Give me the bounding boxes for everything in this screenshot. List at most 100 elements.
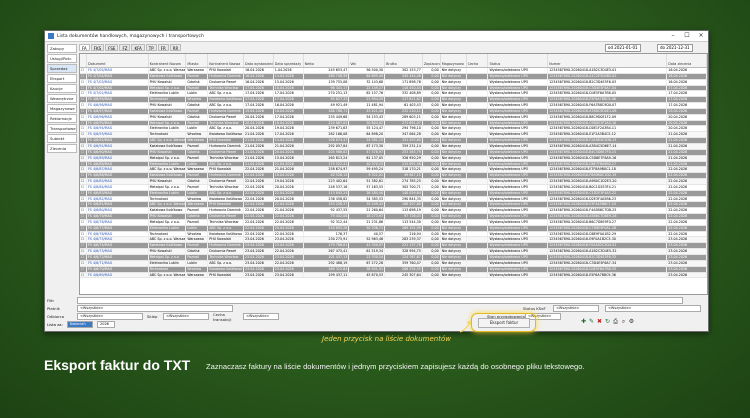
tab-fz[interactable]: FZ xyxy=(119,44,131,51)
column-header[interactable]: Data sprzedaży xyxy=(274,54,304,67)
row-checkbox[interactable]: ☐ xyxy=(80,132,87,138)
edit-icon[interactable]: ✎ xyxy=(588,318,595,325)
sidebar-item[interactable]: Magazynowe xyxy=(47,104,77,113)
add-icon[interactable]: ✚ xyxy=(580,318,587,325)
print-icon[interactable]: ⎙ xyxy=(612,318,619,325)
row-checkbox[interactable]: ☐ xyxy=(80,231,87,237)
column-header[interactable]: Magazynowo xyxy=(441,54,467,67)
tab-tp[interactable]: TP xyxy=(145,44,157,51)
date-to-field[interactable]: do 2021-12-31 xyxy=(657,44,693,52)
table-cell: ABC Sp. z o.o. Warszawa xyxy=(149,138,187,143)
table-cell: 14.04.2026 xyxy=(274,73,304,79)
sidebar-item[interactable]: Wewnętrzne xyxy=(47,94,77,103)
status-select-2[interactable]: <Wszystkie> xyxy=(605,305,701,312)
row-checkbox[interactable]: ☐ xyxy=(80,255,87,260)
row-checkbox[interactable]: ☐ xyxy=(80,190,87,196)
row-checkbox[interactable]: ☐ xyxy=(80,68,87,73)
close-icon[interactable]: × xyxy=(694,31,708,41)
row-checkbox[interactable]: ☐ xyxy=(80,225,87,231)
tab-kfa[interactable]: KFA xyxy=(131,44,145,51)
row-checkbox[interactable]: ☐ xyxy=(80,196,87,202)
sidebar-item[interactable]: Kaucje xyxy=(47,84,77,93)
column-header[interactable]: Numer xyxy=(548,54,668,67)
refresh-icon[interactable]: ↻ xyxy=(604,318,611,325)
platnik-select[interactable]: <Wszystkie> xyxy=(77,305,233,312)
row-checkbox[interactable]: ☐ xyxy=(80,108,87,114)
row-checkbox[interactable]: ☐ xyxy=(80,237,87,243)
year-select[interactable]: 2026 xyxy=(97,321,115,328)
sidebar-item[interactable]: Zlecenia xyxy=(47,144,77,153)
column-header[interactable]: Miasto xyxy=(186,54,209,67)
filter-input[interactable] xyxy=(77,297,683,304)
table-cell: Kwiatowa Ilośćkowo xyxy=(209,231,244,237)
row-checkbox[interactable]: ☐ xyxy=(80,208,87,214)
sidebar-item[interactable]: Transportowe xyxy=(47,124,77,133)
sidebar-item[interactable]: Subiekt xyxy=(47,134,77,143)
sidebar-item[interactable]: Zakupy xyxy=(47,44,77,53)
row-checkbox[interactable]: ☐ xyxy=(80,155,87,161)
column-header[interactable]: Dokument xyxy=(87,54,149,67)
row-checkbox[interactable]: ☐ xyxy=(80,173,87,179)
row-checkbox[interactable]: ☐ xyxy=(80,249,87,254)
delete-icon[interactable]: ✖ xyxy=(596,318,603,325)
row-checkbox[interactable]: ☐ xyxy=(80,260,87,266)
column-header[interactable]: Kontrahent Nazwa xyxy=(208,54,244,67)
status-ksef-select[interactable]: <Wszystkie> xyxy=(553,305,599,312)
table-row[interactable]: ☐ FS 4/6/69/MAG ABC Sp. z o.o. Warszawa War… xyxy=(80,272,707,279)
column-header[interactable]: Brutto xyxy=(385,54,423,67)
row-checkbox[interactable]: ☐ xyxy=(80,266,87,272)
row-checkbox[interactable]: ☐ xyxy=(80,149,87,155)
column-header[interactable]: Data wystawienia xyxy=(244,54,274,67)
row-checkbox[interactable]: ☐ xyxy=(80,126,87,132)
table-cell: 176,37 xyxy=(304,231,350,237)
row-checkbox[interactable]: ☐ xyxy=(80,184,87,190)
sklep-select[interactable]: <Wszystkie> xyxy=(163,313,209,320)
maximize-icon[interactable]: ☐ xyxy=(680,31,694,41)
table-cell: Technokost xyxy=(149,132,187,138)
row-checkbox[interactable]: ☐ xyxy=(80,73,87,79)
column-header[interactable]: Status xyxy=(488,54,549,67)
row-checkbox[interactable]: ☐ xyxy=(80,243,87,249)
tab-fa[interactable]: FA xyxy=(79,44,90,51)
table-cell: Wysłano/odebrano UPO xyxy=(488,108,549,114)
row-checkbox[interactable]: ☐ xyxy=(80,214,87,219)
row-checkbox[interactable]: ☐ xyxy=(80,272,87,278)
tab-fr[interactable]: FR xyxy=(157,44,169,51)
row-checkbox[interactable]: ☐ xyxy=(80,138,87,143)
row-checkbox[interactable]: ☐ xyxy=(80,219,87,225)
row-checkbox[interactable]: ☐ xyxy=(80,120,87,126)
sidebar-item[interactable]: Eksport xyxy=(47,74,77,83)
column-header[interactable]: Zaplacono xyxy=(423,54,441,67)
export-invoices-button[interactable]: Eksport faktur xyxy=(478,318,530,328)
column-header[interactable]: Netto xyxy=(304,54,350,67)
minimize-icon[interactable]: – xyxy=(666,31,680,41)
tab-rr[interactable]: RR xyxy=(169,44,182,51)
header-checkbox[interactable] xyxy=(80,54,87,67)
row-checkbox[interactable]: ☐ xyxy=(80,85,87,91)
row-checkbox[interactable]: ☐ xyxy=(80,114,87,120)
sidebar-item[interactable]: Usługi/Pośr. xyxy=(47,54,77,63)
row-checkbox[interactable]: ☐ xyxy=(80,179,87,184)
row-checkbox[interactable]: ☐ xyxy=(80,167,87,173)
row-checkbox[interactable]: ☐ xyxy=(80,143,87,149)
column-header[interactable]: Data zlecenia xyxy=(667,54,707,67)
row-checkbox[interactable]: ☐ xyxy=(80,103,87,108)
column-header[interactable]: Vat xyxy=(349,54,386,67)
settings-icon[interactable]: ⚙ xyxy=(628,318,635,325)
row-checkbox[interactable]: ☐ xyxy=(80,91,87,97)
date-from-field[interactable]: od 2021-01-01 xyxy=(605,44,641,52)
sidebar-item[interactable]: Sprzedaż xyxy=(47,64,77,73)
row-checkbox[interactable]: ☐ xyxy=(80,161,87,167)
column-header[interactable]: Kontrahent Nazwa xyxy=(149,54,187,67)
cecha-select[interactable]: <Wszystkie> xyxy=(243,313,279,320)
row-checkbox[interactable]: ☐ xyxy=(80,202,87,208)
tab-fks[interactable]: FKS xyxy=(90,44,105,51)
period-select[interactable]: Kwiecień xyxy=(67,321,93,328)
sidebar-item[interactable]: Reklamacje xyxy=(47,114,77,123)
odbiorca-select[interactable]: <Wszystkie> xyxy=(77,313,143,320)
search-icon[interactable]: ⌕ xyxy=(620,318,627,325)
column-header[interactable]: Cecha xyxy=(467,54,489,67)
tab-fse[interactable]: FSE xyxy=(105,44,119,51)
row-checkbox[interactable]: ☐ xyxy=(80,79,87,85)
row-checkbox[interactable]: ☐ xyxy=(80,97,87,103)
